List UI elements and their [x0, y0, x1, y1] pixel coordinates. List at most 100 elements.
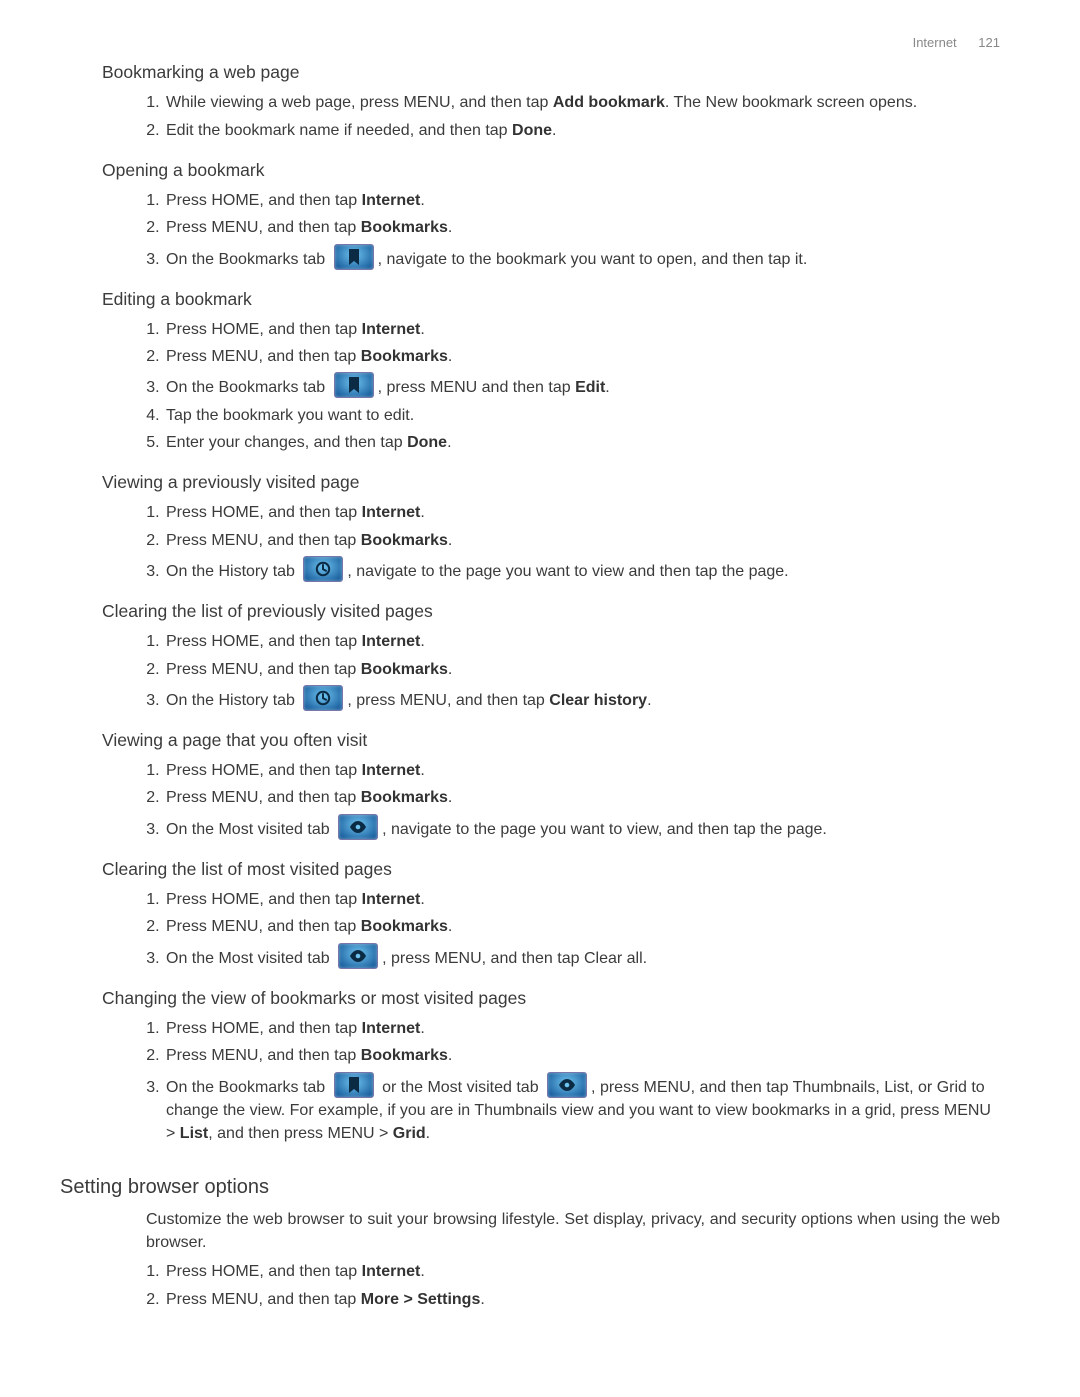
text: On the History tab	[166, 563, 299, 580]
text: Press HOME, and then tap	[166, 891, 362, 908]
list-item: Press HOME, and then tap Internet.	[164, 1017, 1000, 1040]
text: Press MENU, and then tap	[166, 1291, 361, 1308]
bold-text: More > Settings	[361, 1291, 481, 1308]
text: .	[448, 219, 452, 236]
text: .	[420, 504, 424, 521]
bold-text: Bookmarks	[361, 661, 448, 678]
bold-text: Bookmarks	[361, 348, 448, 365]
text: On the Bookmarks tab	[166, 251, 330, 268]
h3-s4: Viewing a previously visited page	[102, 470, 1000, 495]
ordered-list: Press HOME, and then tap Internet. Press …	[60, 1260, 1000, 1310]
bold-text: Internet	[362, 762, 421, 779]
list-item: On the Most visited tab , press MENU, an…	[164, 943, 1000, 970]
header-page-number: 121	[978, 35, 1000, 50]
text: Press MENU, and then tap	[166, 918, 361, 935]
list-item: Press HOME, and then tap Internet.	[164, 759, 1000, 782]
text: On the Bookmarks tab	[166, 379, 330, 396]
bold-text: Internet	[362, 504, 421, 521]
bold-text: Internet	[362, 891, 421, 908]
bold-text: Bookmarks	[361, 219, 448, 236]
text: .	[448, 1047, 452, 1064]
bold-text: Bookmarks	[361, 1047, 448, 1064]
text: On the Most visited tab	[166, 821, 334, 838]
text: , press MENU, and then tap Clear all.	[382, 950, 647, 967]
list-item: Press MENU, and then tap Bookmarks.	[164, 658, 1000, 681]
bold-text: Done	[512, 122, 552, 139]
h3-s5: Clearing the list of previously visited …	[102, 599, 1000, 624]
text: Press HOME, and then tap	[166, 192, 362, 209]
page-header: Internet 121	[913, 34, 1000, 53]
ordered-list: Press HOME, and then tap Internet.Press …	[60, 318, 1000, 454]
ordered-list: Press HOME, and then tap Internet.Press …	[60, 189, 1000, 271]
list-item: On the Bookmarks tab , press MENU and th…	[164, 372, 1000, 399]
list-item: Edit the bookmark name if needed, and th…	[164, 119, 1000, 142]
list-item: On the History tab , navigate to the pag…	[164, 556, 1000, 583]
text: Press HOME, and then tap	[166, 321, 362, 338]
text: .	[420, 891, 424, 908]
text: .	[605, 379, 609, 396]
list-item: Enter your changes, and then tap Done.	[164, 431, 1000, 454]
list-item: Press MENU, and then tap Bookmarks.	[164, 216, 1000, 239]
list-item: Press HOME, and then tap Internet.	[164, 318, 1000, 341]
h3-s1: Bookmarking a web page	[102, 60, 1000, 85]
list-item: Press MENU, and then tap Bookmarks.	[164, 345, 1000, 368]
text: . The New bookmark screen opens.	[665, 94, 917, 111]
ordered-list: While viewing a web page, press MENU, an…	[60, 91, 1000, 141]
ordered-list: Press HOME, and then tap Internet.Press …	[60, 630, 1000, 712]
text: , navigate to the page you want to view,…	[382, 821, 827, 838]
list-item: Press HOME, and then tap Internet.	[164, 189, 1000, 212]
list-item: Press MENU, and then tap Bookmarks.	[164, 1044, 1000, 1067]
bold-text: Add bookmark	[553, 94, 665, 111]
list-item: On the Most visited tab , navigate to th…	[164, 814, 1000, 841]
text: , and then press MENU >	[208, 1125, 393, 1142]
text: Press MENU, and then tap	[166, 1047, 361, 1064]
text: or the Most visited tab	[378, 1079, 543, 1096]
bookmark-tab-icon	[334, 372, 374, 398]
text: On the History tab	[166, 692, 299, 709]
text: .	[480, 1291, 484, 1308]
text: .	[420, 762, 424, 779]
text: Press HOME, and then tap	[166, 1020, 362, 1037]
list-item: Press MENU, and then tap More > Settings…	[164, 1288, 1000, 1311]
h2-setting-browser-options: Setting browser options	[60, 1173, 1000, 1202]
text: , navigate to the page you want to view …	[347, 563, 788, 580]
list-item: While viewing a web page, press MENU, an…	[164, 91, 1000, 114]
h3-s6: Viewing a page that you often visit	[102, 728, 1000, 753]
bold-text: Bookmarks	[361, 918, 448, 935]
bookmark-tab-icon	[334, 1072, 374, 1098]
text: Enter your changes, and then tap	[166, 434, 407, 451]
ordered-list: Press HOME, and then tap Internet. Press …	[60, 888, 1000, 970]
text: Press HOME, and then tap	[166, 504, 362, 521]
text: .	[420, 1020, 424, 1037]
list-item: On the Bookmarks tab or the Most visited…	[164, 1072, 1000, 1146]
list-item: On the Bookmarks tab , navigate to the b…	[164, 244, 1000, 271]
bold-text: Bookmarks	[361, 532, 448, 549]
eye-tab-icon	[547, 1072, 587, 1098]
bold-text: Internet	[362, 1020, 421, 1037]
page-body: Internet 121 Bookmarking a web page While…	[0, 0, 1080, 1397]
text: .	[448, 532, 452, 549]
text: .	[447, 434, 451, 451]
bold-text: Clear history	[549, 692, 647, 709]
list-item: Tap the bookmark you want to edit.	[164, 404, 1000, 427]
history-tab-icon	[303, 556, 343, 582]
text: On the Most visited tab	[166, 950, 334, 967]
bold-text: Done	[407, 434, 447, 451]
header-section: Internet	[913, 35, 957, 50]
text: .	[448, 789, 452, 806]
paragraph: Customize the web browser to suit your b…	[146, 1208, 1000, 1254]
text: Press HOME, and then tap	[166, 762, 362, 779]
text: On the Bookmarks tab	[166, 1079, 330, 1096]
text: .	[448, 661, 452, 678]
ordered-list: Press HOME, and then tap Internet.Press …	[60, 1017, 1000, 1145]
list-item: Press MENU, and then tap Bookmarks.	[164, 786, 1000, 809]
bold-text: Grid	[393, 1125, 426, 1142]
bold-text: List	[180, 1125, 208, 1142]
text: .	[420, 321, 424, 338]
h3-s3: Editing a bookmark	[102, 287, 1000, 312]
bold-text: Internet	[362, 1263, 421, 1280]
ordered-list: Press HOME, and then tap Internet.Press …	[60, 501, 1000, 583]
list-item: Press MENU, and then tap Bookmarks.	[164, 529, 1000, 552]
bold-text: Edit	[575, 379, 605, 396]
list-item: Press HOME, and then tap Internet.	[164, 1260, 1000, 1283]
